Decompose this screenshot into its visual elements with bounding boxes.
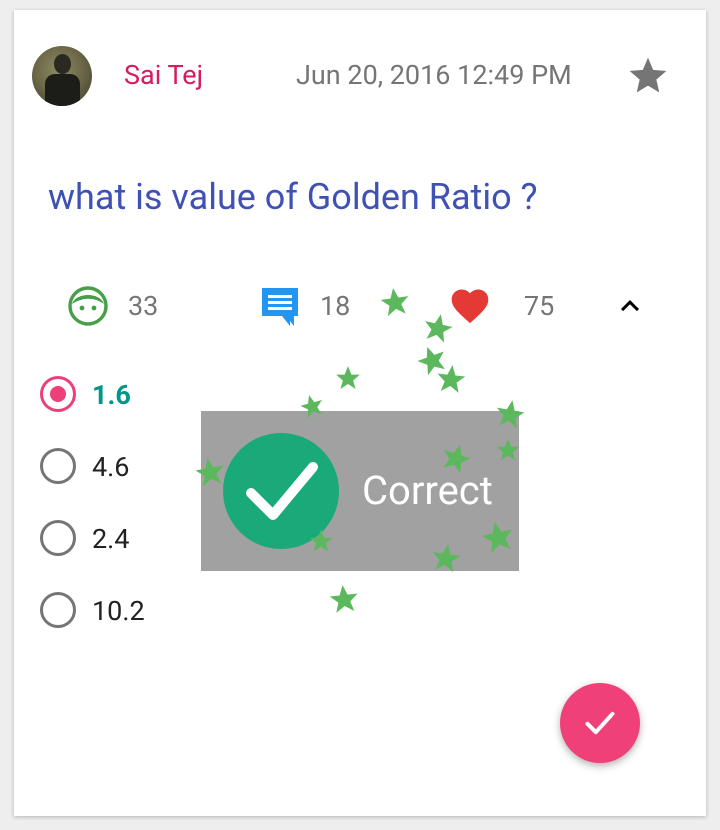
likes-count: 75 <box>524 290 555 322</box>
correct-toast: Correct <box>201 411 519 571</box>
option-label: 1.6 <box>92 379 131 411</box>
face-icon[interactable] <box>66 284 110 328</box>
favorite-button[interactable] <box>626 54 670 98</box>
chevron-up-icon[interactable] <box>612 288 648 324</box>
heart-icon[interactable] <box>448 284 492 328</box>
option-4[interactable]: 10.2 <box>38 590 238 634</box>
star-icon <box>629 57 667 93</box>
radio-button[interactable] <box>40 448 76 484</box>
question-text: what is value of Golden Ratio ? <box>48 176 538 218</box>
option-label: 4.6 <box>92 451 130 483</box>
radio-button[interactable] <box>40 520 76 556</box>
option-label: 2.4 <box>92 523 130 555</box>
option-label: 10.2 <box>92 595 145 627</box>
question-card: Sai Tej Jun 20, 2016 12:49 PM what is va… <box>14 10 706 816</box>
comment-icon[interactable] <box>258 284 302 328</box>
submit-fab[interactable] <box>560 683 640 763</box>
timestamp: Jun 20, 2016 12:49 PM <box>296 59 572 91</box>
toast-message: Correct <box>362 467 493 514</box>
views-count: 33 <box>128 290 159 322</box>
check-icon <box>585 711 615 735</box>
radio-button[interactable] <box>40 376 76 412</box>
avatar[interactable] <box>32 46 92 106</box>
stats-row: 33 18 75 <box>14 284 706 340</box>
comments-count: 18 <box>320 290 351 322</box>
checkmark-icon <box>223 433 339 549</box>
radio-button[interactable] <box>40 592 76 628</box>
username[interactable]: Sai Tej <box>124 59 203 91</box>
